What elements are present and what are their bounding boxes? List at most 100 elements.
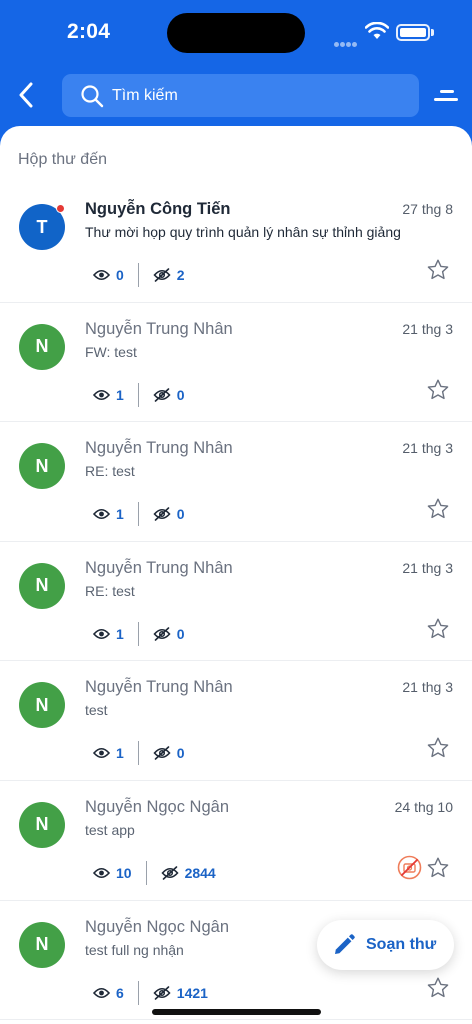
star-icon [427, 857, 449, 878]
section-title: Hộp thư đến [18, 151, 107, 168]
menu-line [440, 90, 454, 93]
menu-button[interactable] [430, 86, 458, 106]
eye-off-icon [153, 507, 171, 521]
avatar: N [19, 801, 65, 848]
unread-stat: 0 [153, 387, 185, 403]
read-stat: 10 [93, 865, 132, 881]
unread-count: 0 [176, 506, 185, 523]
mail-content: Hộp thư đến T Nguyễn Công Tiến 27 thg 8 Thư… [0, 126, 472, 1024]
unread-stat: 2 [153, 267, 185, 283]
star-icon [427, 737, 449, 758]
eye-off-icon [153, 387, 171, 402]
mail-item[interactable]: N Nguyễn Trung Nhân 21 thg 3 test 1 0 [0, 661, 472, 781]
wifi-icon [365, 22, 389, 39]
mail-stats: 02 [93, 262, 185, 288]
eye-off-icon [153, 746, 171, 761]
read-stat: 1 [93, 387, 124, 403]
mail-item[interactable]: N Nguyễn Trung Nhân 21 thg 3 FW: test 1 0 [0, 303, 472, 423]
stat-divider [137, 502, 139, 527]
mail-stats: 10 [93, 621, 185, 647]
mail-subject: test full ng nhận [85, 941, 184, 958]
read-count: 6 [116, 984, 124, 1001]
unread-dot [56, 204, 65, 213]
star-button[interactable] [426, 736, 450, 760]
eye-icon [93, 987, 110, 998]
eye-icon [93, 748, 110, 759]
read-stat: 0 [93, 267, 124, 283]
star-button[interactable] [426, 976, 450, 1000]
star-icon [427, 618, 449, 638]
mail-item[interactable]: N Nguyễn Trung Nhân 21 thg 3 RE: test 1 0 [0, 542, 472, 662]
dynamic-island [167, 13, 305, 53]
no-camera-icon [397, 855, 422, 880]
status-time: 2:04 [67, 20, 111, 43]
stat-divider [137, 621, 139, 646]
read-count: 0 [116, 267, 124, 283]
stat-divider [137, 263, 139, 287]
eye-off-icon [153, 626, 171, 641]
mail-item[interactable]: N Nguyễn Trung Nhân 21 thg 3 RE: test 1 0 [0, 422, 472, 542]
battery-icon [396, 24, 430, 41]
eye-off-icon [153, 268, 171, 282]
unread-count: 0 [176, 386, 185, 403]
stat-divider [137, 382, 139, 407]
mail-sender: Nguyễn Trung Nhân [85, 558, 233, 577]
mail-sender: Nguyễn Trung Nhân [85, 319, 233, 338]
unread-stat: 0 [153, 506, 185, 522]
read-count: 10 [116, 864, 132, 881]
star-button[interactable] [426, 378, 450, 402]
mail-item[interactable]: T Nguyễn Công Tiến 27 thg 8 Thư mời họp quy… [0, 183, 472, 303]
mail-subject: test [85, 702, 108, 719]
read-count: 1 [116, 745, 124, 762]
stat-divider [137, 980, 139, 1005]
mail-stats: 6 1421 [93, 980, 208, 1006]
star-icon [427, 977, 449, 997]
mail-subject: RE: test [85, 463, 135, 480]
mail-sender: Nguyễn Trung Nhân [85, 678, 233, 697]
mail-subject: RE: test [85, 582, 135, 599]
star-icon [427, 498, 449, 519]
eye-off-icon [153, 985, 171, 1000]
header [0, 64, 472, 132]
avatar: N [19, 921, 65, 968]
search-input[interactable] [112, 86, 392, 105]
mail-stats: 10 [93, 382, 185, 408]
unread-stat: 1421 [153, 985, 208, 1001]
mail-subject: Thư mời họp quy trình quản lý nhân sự th… [85, 224, 401, 240]
battery-cap [431, 29, 434, 36]
mail-sender: Nguyễn Ngọc Ngân [85, 917, 230, 936]
unread-stat: 2844 [161, 865, 216, 881]
mail-date: 21 thg 3 [402, 440, 453, 457]
mail-sender: Nguyễn Trung Nhân [85, 439, 233, 458]
read-stat: 6 [93, 985, 124, 1001]
menu-line [434, 98, 458, 101]
search-box[interactable] [62, 74, 419, 117]
mail-item[interactable]: N Nguyễn Ngọc Ngân 24 thg 10 test app 10 2844 [0, 781, 472, 901]
search-icon [81, 84, 104, 107]
star-button[interactable] [426, 617, 450, 641]
star-button[interactable] [426, 258, 450, 282]
status-bar: 2:04 [0, 0, 472, 64]
mail-subject: FW: test [85, 343, 137, 360]
read-count: 1 [116, 386, 124, 403]
stat-divider [137, 741, 139, 766]
unread-count: 2 [176, 267, 185, 283]
unread-stat: 0 [153, 745, 185, 761]
pencil-icon [335, 934, 355, 954]
home-indicator [152, 1009, 321, 1015]
avatar: N [19, 323, 65, 370]
unread-count: 2844 [184, 864, 216, 881]
star-icon [427, 259, 449, 280]
eye-icon [93, 389, 110, 400]
mail-stats: 10 [93, 501, 185, 527]
unread-count: 0 [176, 745, 185, 762]
chevron-left-icon [19, 82, 33, 108]
back-button[interactable] [12, 81, 40, 109]
star-button[interactable] [426, 856, 450, 880]
mail-list: T Nguyễn Công Tiến 27 thg 8 Thư mời họp quy… [0, 183, 472, 1021]
eye-icon [93, 867, 110, 879]
star-button[interactable] [426, 497, 450, 521]
mail-subject: test app [85, 821, 135, 838]
compose-button[interactable]: Soạn thư [317, 920, 454, 970]
read-stat: 1 [93, 626, 124, 642]
